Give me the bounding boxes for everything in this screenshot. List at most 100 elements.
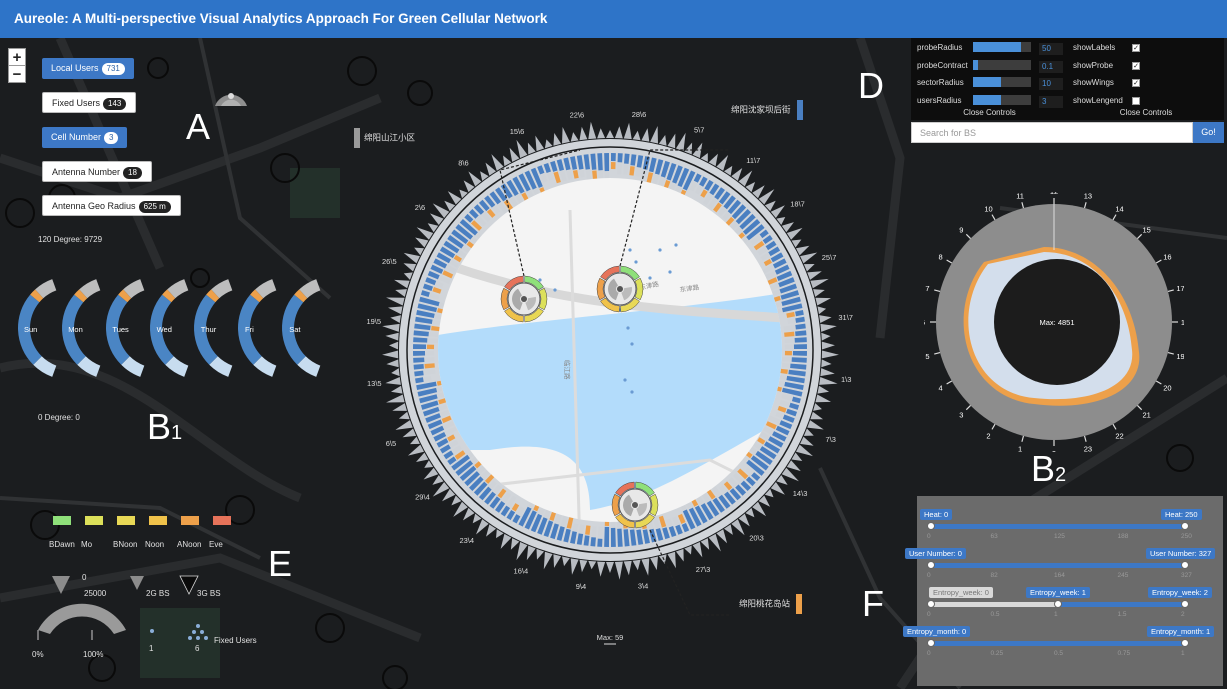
cell-number-button[interactable]: Cell Number 3: [42, 127, 128, 148]
slider-tick-label: 82: [990, 572, 998, 579]
label-b1: B1: [147, 406, 183, 447]
users-max-label: User Number: 327: [1146, 548, 1216, 559]
control-label: probeRadius: [917, 43, 963, 52]
heat-max-handle[interactable]: [1181, 522, 1189, 530]
cell-taohuadao[interactable]: [611, 481, 659, 529]
entropy-month-max-handle[interactable]: [1181, 639, 1189, 647]
clock-hour-label: 14: [1115, 205, 1123, 214]
ring-tick-label: 27\3: [696, 565, 711, 574]
entropy-week-track-left: [931, 602, 1058, 607]
legend-fixed-users: Fixed Users: [214, 636, 257, 645]
antenna-geo-radius-label: Antenna Geo Radius: [52, 201, 136, 211]
close-controls-right[interactable]: Close Controls: [1068, 108, 1224, 117]
callout-shenjiaba[interactable]: 绵阳沈家坝后街: [731, 100, 803, 120]
cell-number-label: Cell Number: [51, 132, 102, 142]
toggle-checkbox-showwings[interactable]: ✓: [1132, 79, 1140, 87]
bs-legend-graphics: [37, 575, 208, 640]
main-stage: + − Local Users 731 Fixed Users 143 Cell N…: [0, 38, 1227, 689]
user-dot: [553, 288, 557, 292]
legend-label-mo: Mo: [81, 540, 93, 549]
users-max-handle[interactable]: [1181, 561, 1189, 569]
control-value-input[interactable]: 10: [1039, 78, 1063, 90]
ring-tick-label: 15\6: [510, 127, 525, 136]
fixed-users-button[interactable]: Fixed Users 143: [42, 92, 137, 113]
legend-pct-0: 0%: [32, 650, 44, 659]
cell-shanjiang[interactable]: [500, 275, 548, 323]
clock-hour-label: 23: [1084, 445, 1092, 452]
clock-hour-label: 8: [938, 253, 942, 262]
antenna-number-label: Antenna Number: [52, 167, 121, 177]
users-slider[interactable]: [931, 563, 1185, 568]
search-bs-input[interactable]: Search for BS: [911, 122, 1193, 143]
entropy-week-b-label: Entropy_week: 1: [1026, 587, 1090, 598]
weekday-label: Wed: [157, 325, 172, 334]
user-dot: [630, 390, 634, 394]
clock-hour-label: 2: [986, 431, 990, 440]
clock-hour-label: 19: [1176, 352, 1184, 361]
users-min-handle[interactable]: [927, 561, 935, 569]
control-value-input[interactable]: 0.1: [1039, 60, 1063, 73]
heat-min-handle[interactable]: [927, 522, 935, 530]
ring-tick-label: 7\3: [825, 435, 835, 444]
antenna-geo-radius-button[interactable]: Antenna Geo Radius 625 m: [42, 195, 181, 216]
close-controls-left[interactable]: Close Controls: [911, 108, 1068, 117]
toggle-checkbox-showlengend[interactable]: [1132, 96, 1140, 105]
legend-dot-1: 1: [149, 644, 154, 653]
entropy-week-slider[interactable]: [1058, 602, 1185, 607]
toggle-checkbox-showlabels[interactable]: ✓: [1132, 44, 1140, 52]
callout-shanjiang[interactable]: 绵阳山江小区: [354, 128, 415, 148]
slider-tick-label: 245: [1117, 572, 1129, 579]
clock-hour-label: 6: [924, 318, 925, 327]
user-dot: [658, 248, 662, 252]
ring-tick-label: 29\4: [415, 493, 430, 502]
entropy-week-handle-a[interactable]: [927, 600, 935, 608]
legend-dot-6: 6: [195, 644, 200, 653]
user-dot: [634, 260, 638, 264]
entropy-week-handle-c[interactable]: [1181, 600, 1189, 608]
callout-taohuadao-bar: [796, 594, 803, 614]
entropy-week-handle-b[interactable]: [1054, 600, 1062, 608]
road-label: 临江路: [563, 360, 572, 380]
zoom-in-button[interactable]: +: [8, 48, 26, 66]
clock-hour-label: 11: [1016, 192, 1024, 200]
label-b2: B2: [1031, 448, 1067, 489]
control-value-input[interactable]: 50: [1039, 43, 1063, 55]
zoom-out-button[interactable]: −: [8, 65, 26, 83]
heat-slider[interactable]: [931, 524, 1185, 529]
slider-tick-label: 250: [1181, 533, 1192, 540]
legend-scale-0: 0: [82, 573, 87, 582]
entropy-month-min-handle[interactable]: [927, 639, 935, 647]
slider-tick-label: 0: [927, 533, 931, 540]
toggle-checkbox-showprobe[interactable]: ✓: [1132, 61, 1140, 70]
go-button[interactable]: Go!: [1193, 122, 1224, 143]
control-slider[interactable]: [973, 94, 1031, 105]
ring-tick-label: 18\7: [790, 199, 805, 208]
clock-hour-label: 4: [938, 384, 942, 393]
clock-hour-label: 12: [1050, 192, 1058, 196]
ring-tick-label: 25\7: [822, 253, 837, 262]
user-dot: [623, 378, 627, 382]
entropy-month-slider[interactable]: [931, 641, 1185, 646]
control-value-input[interactable]: 3: [1039, 95, 1063, 108]
app-title: Aureole: A Multi-perspective Visual Anal…: [0, 0, 1227, 38]
local-users-button[interactable]: Local Users 731: [42, 58, 134, 79]
clock-hour-label: 10: [984, 205, 992, 214]
antenna-number-button[interactable]: Antenna Number 18: [42, 161, 152, 182]
control-slider[interactable]: [973, 42, 1031, 52]
ring-tick-label: 2\6: [415, 203, 425, 212]
clock-hour-label: 7: [925, 284, 929, 293]
slider-tick-label: 1.5: [1117, 611, 1127, 618]
weekday-label: Sat: [289, 325, 301, 334]
entropy-week-c-label: Entropy_week: 2: [1148, 587, 1212, 598]
period-legend: BDawn Mo BNoon Noon ANoon Eve: [45, 516, 245, 556]
local-users-count: 731: [101, 63, 125, 75]
control-slider[interactable]: [973, 59, 1031, 70]
local-users-label: Local Users: [51, 63, 99, 73]
slider-tick-label: 188: [1117, 533, 1129, 540]
slider-tick-label: 2: [1181, 611, 1185, 618]
control-slider[interactable]: [973, 77, 1031, 87]
slider-tick-label: 0: [927, 650, 931, 657]
user-dot: [628, 248, 632, 252]
cell-shenjiaba[interactable]: [596, 265, 644, 313]
callout-taohuadao[interactable]: 绵阳桃花岛站: [739, 594, 803, 614]
